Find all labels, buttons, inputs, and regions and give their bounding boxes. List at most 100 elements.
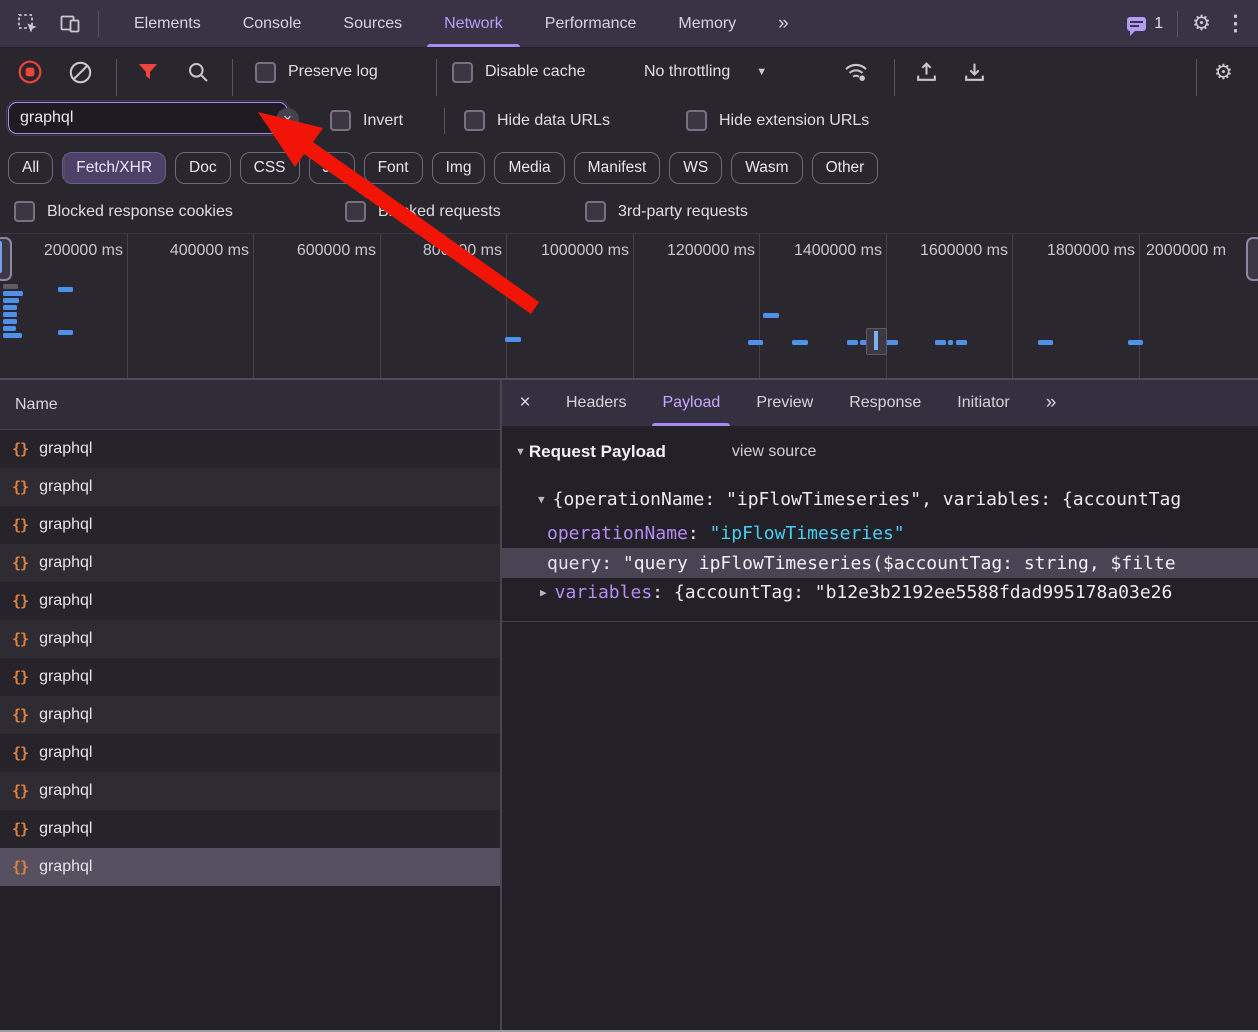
chevron-double-right-icon: » [778, 13, 789, 35]
timeline-left-grip[interactable] [0, 237, 12, 281]
settings-gear-icon[interactable]: ⚙ [1192, 13, 1211, 34]
hide-extension-urls-checkbox[interactable]: Hide extension URLs [686, 96, 869, 145]
panel-tab[interactable]: Console [222, 0, 323, 47]
resource-type-chip[interactable]: Img [432, 152, 486, 184]
network-settings-gear-icon[interactable]: ⚙ [1214, 48, 1233, 96]
request-row[interactable]: {} graphql [0, 430, 500, 468]
request-name: graphql [39, 478, 92, 496]
divider [502, 621, 1258, 622]
request-row[interactable]: {} graphql [0, 696, 500, 734]
panel-tab[interactable]: Network [423, 0, 524, 47]
resource-type-chip[interactable]: JS [309, 152, 355, 184]
resource-type-chip-label: JS [323, 159, 341, 177]
payload-query-row-highlighted[interactable]: query: "query ipFlowTimeseries($accountT… [502, 548, 1258, 578]
filter-icon[interactable] [134, 48, 162, 96]
timeline-request-bar [1038, 340, 1053, 345]
resource-type-chip[interactable]: Wasm [731, 152, 802, 184]
details-tab[interactable]: Response [831, 380, 939, 426]
request-row[interactable]: {} graphql [0, 506, 500, 544]
issues-counter[interactable]: 1 [1127, 15, 1163, 33]
resource-type-chip[interactable]: Manifest [574, 152, 661, 184]
resource-type-chip-label: CSS [254, 159, 286, 177]
resource-type-chip-label: Img [446, 159, 472, 177]
panel-tab[interactable]: Performance [524, 0, 658, 47]
payload-string-value: "query ipFlowTimeseries($accountTag: str… [623, 553, 1176, 574]
network-overview-timeline[interactable]: 200000 ms 400000 ms 600000 ms 800000 ms … [0, 233, 1258, 380]
request-row[interactable]: {} graphql [0, 468, 500, 506]
clear-filter-icon[interactable]: × [276, 108, 299, 131]
resource-type-chip[interactable]: Doc [175, 152, 231, 184]
timeline-request-bar [3, 298, 19, 303]
more-options-icon[interactable]: ⋮ [1225, 13, 1246, 34]
panel-tab[interactable]: Sources [322, 0, 423, 47]
throttling-dropdown[interactable]: No throttling ▼ [644, 48, 767, 96]
timeline-gridline [506, 234, 507, 378]
request-name: graphql [39, 554, 92, 572]
timeline-gridline [127, 234, 128, 378]
request-name: graphql [39, 706, 92, 724]
clear-network-log-icon[interactable] [66, 48, 94, 96]
resource-type-chip[interactable]: WS [669, 152, 722, 184]
search-icon[interactable] [184, 48, 212, 96]
request-row[interactable]: {} graphql [0, 582, 500, 620]
details-tab[interactable]: Payload [644, 380, 738, 426]
checkbox [452, 62, 473, 83]
import-har-icon[interactable] [912, 48, 940, 96]
panel-tab[interactable]: Memory [657, 0, 757, 47]
timeline-request-bar [3, 333, 22, 338]
advanced-filter-checkbox[interactable]: Blocked requests [345, 201, 501, 222]
disable-cache-checkbox[interactable]: Disable cache [452, 48, 586, 96]
resource-type-chip[interactable]: CSS [240, 152, 300, 184]
advanced-filter-checkbox[interactable]: Blocked response cookies [14, 201, 233, 222]
details-tab[interactable]: Initiator [939, 380, 1027, 426]
advanced-filter-row: Blocked response cookies Blocked request… [0, 190, 1258, 233]
invert-checkbox[interactable]: Invert [330, 96, 403, 145]
more-panels-button[interactable]: » [757, 0, 810, 47]
request-row[interactable]: {} graphql [0, 772, 500, 810]
resource-type-chip-label: WS [683, 159, 708, 177]
timeline-request-bar [847, 340, 858, 345]
inspect-element-icon[interactable] [14, 10, 42, 38]
hide-data-urls-checkbox[interactable]: Hide data URLs [464, 96, 610, 145]
timeline-tick-text: 1200000 ms [667, 242, 755, 259]
payload-summary-row[interactable]: ▼ {operationName: "ipFlowTimeseries", va… [502, 485, 1258, 513]
preserve-log-checkbox[interactable]: Preserve log [255, 48, 378, 96]
request-row[interactable]: {} graphql [0, 810, 500, 848]
request-name: graphql [39, 592, 92, 610]
details-tab[interactable]: Preview [738, 380, 831, 426]
record-network-log-button[interactable] [16, 48, 44, 96]
resource-type-chip[interactable]: Font [364, 152, 423, 184]
device-toolbar-icon[interactable] [56, 10, 84, 38]
filter-input[interactable] [8, 102, 288, 134]
request-row[interactable]: {} graphql [0, 848, 500, 886]
resource-type-chip[interactable]: Media [494, 152, 564, 184]
request-row[interactable]: {} graphql [0, 544, 500, 582]
timeline-right-grip[interactable] [1246, 237, 1258, 281]
close-details-icon[interactable]: × [502, 380, 548, 426]
resource-type-chip[interactable]: Other [812, 152, 879, 184]
request-row[interactable]: {} graphql [0, 658, 500, 696]
advanced-filter-checkbox[interactable]: 3rd-party requests [585, 201, 748, 222]
details-tab[interactable]: Headers [548, 380, 644, 426]
panel-tab[interactable]: Elements [113, 0, 222, 47]
timeline-gridline [1139, 234, 1140, 378]
network-conditions-icon[interactable] [842, 48, 870, 96]
resource-type-chip-label: Wasm [745, 159, 788, 177]
json-braces-icon: {} [12, 668, 28, 686]
request-payload-section-header[interactable]: ▼ Request Payload view source [502, 436, 1258, 468]
preserve-log-label: Preserve log [288, 63, 378, 81]
request-name: graphql [39, 668, 92, 686]
json-braces-icon: {} [12, 592, 28, 610]
request-row[interactable]: {} graphql [0, 620, 500, 658]
name-column-header[interactable]: Name [0, 380, 500, 430]
resource-type-chip[interactable]: All [8, 152, 53, 184]
details-tab-label: Preview [756, 394, 813, 412]
more-details-tabs-button[interactable]: » [1028, 380, 1075, 426]
resource-type-chip[interactable]: Fetch/XHR [62, 152, 166, 184]
payload-variables-row[interactable]: ▶ variables: {accountTag: "b12e3b2192ee5… [502, 578, 1258, 607]
checkbox [345, 201, 366, 222]
export-har-icon[interactable] [960, 48, 988, 96]
view-source-link[interactable]: view source [732, 443, 816, 461]
timeline-tick-text: 1800000 ms [1047, 242, 1135, 259]
request-row[interactable]: {} graphql [0, 734, 500, 772]
